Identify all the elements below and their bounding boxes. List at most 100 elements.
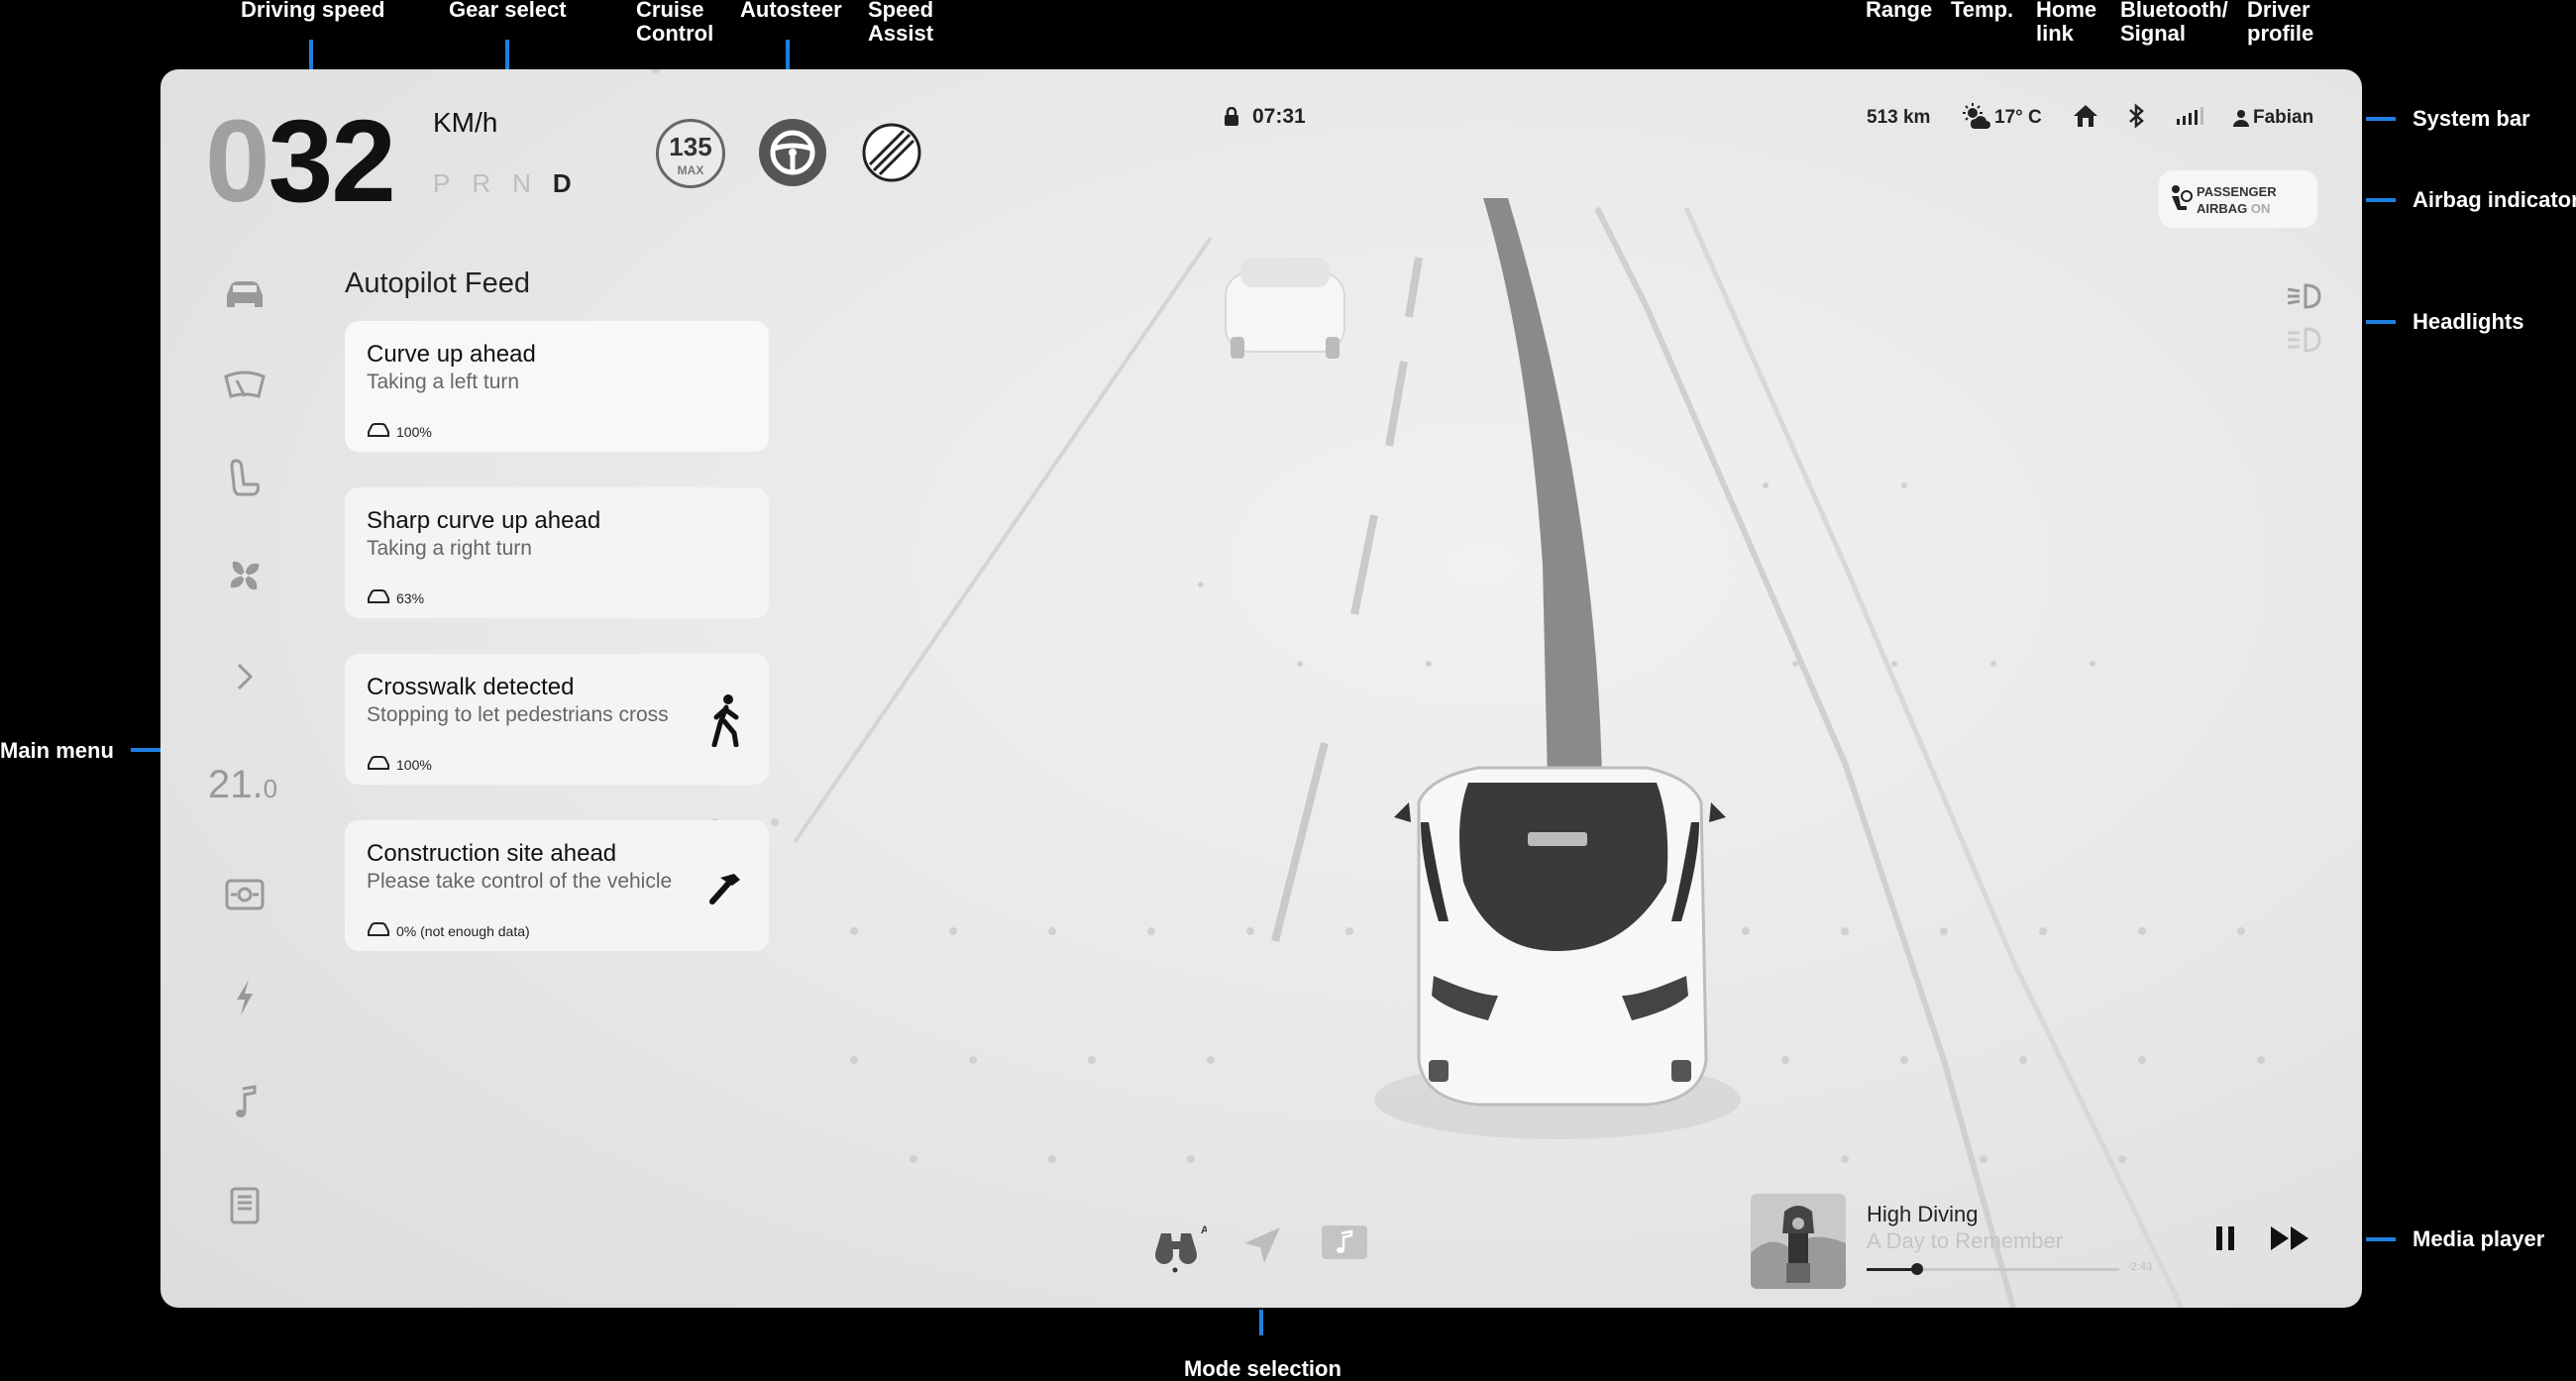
progress-bar[interactable] bbox=[1867, 1263, 2119, 1275]
skip-forward-icon bbox=[2271, 1226, 2308, 1250]
chevron-right-icon[interactable] bbox=[220, 652, 269, 701]
mode-badge: A bbox=[1201, 1224, 1207, 1236]
bluetooth-icon[interactable] bbox=[2128, 103, 2144, 135]
weather-icon bbox=[1961, 103, 1990, 135]
feed-card[interactable]: Curve up ahead Taking a left turn 100% bbox=[345, 321, 769, 452]
cruise-control[interactable]: 135 MAX bbox=[656, 119, 725, 188]
speed-limit-end-icon bbox=[862, 123, 921, 182]
fan-icon[interactable] bbox=[220, 551, 269, 600]
annotation-gear-select: Gear select bbox=[449, 0, 567, 22]
annotation-headlights: Headlights bbox=[2413, 309, 2524, 334]
annotation-speed-assist: Speed Assist bbox=[868, 0, 934, 46]
autosteer-button[interactable] bbox=[759, 119, 826, 186]
card-heading: Curve up ahead bbox=[367, 341, 536, 368]
annotation-media-player: Media player bbox=[2413, 1226, 2545, 1251]
gear-n[interactable]: N bbox=[512, 168, 553, 198]
annotation-bluetooth-signal: Bluetooth/ Signal bbox=[2120, 0, 2228, 46]
feed-card[interactable]: Construction site ahead Please take cont… bbox=[345, 820, 769, 951]
music-icon[interactable] bbox=[220, 1078, 269, 1127]
hammer-icon bbox=[709, 874, 740, 904]
cruise-label: MAX bbox=[677, 163, 704, 177]
album-art[interactable] bbox=[1751, 1194, 1846, 1289]
airbag-line2: AIRBAG ON bbox=[2197, 201, 2271, 216]
progress-fill bbox=[1867, 1268, 1917, 1271]
annotation-line bbox=[505, 40, 509, 69]
airbag-line1: PASSENGER bbox=[2197, 184, 2277, 199]
driver-profile-icon[interactable] bbox=[2233, 109, 2249, 133]
annotation-line bbox=[2366, 1237, 2396, 1241]
annotation-line bbox=[2366, 198, 2396, 202]
annotation-line bbox=[786, 40, 790, 69]
annotation-line bbox=[2366, 117, 2396, 121]
feed-title: Autopilot Feed bbox=[345, 267, 531, 299]
track-title: High Diving bbox=[1867, 1202, 1979, 1226]
card-confidence: 100% bbox=[396, 757, 432, 773]
gear-p[interactable]: P bbox=[433, 168, 472, 198]
annotation-temp: Temp. bbox=[1951, 0, 2014, 22]
annotation-driving-speed: Driving speed bbox=[241, 0, 385, 22]
card-heading: Sharp curve up ahead bbox=[367, 507, 601, 534]
next-track-button[interactable] bbox=[2269, 1222, 2312, 1259]
lock-icon[interactable] bbox=[1224, 106, 1239, 132]
signal-icon bbox=[2176, 105, 2203, 133]
car-display: 032 KM/h PRND 135 MAX 07:31 513 km 17° C bbox=[161, 69, 2362, 1308]
defrost-icon[interactable] bbox=[220, 870, 269, 919]
annotation-range: Range bbox=[1866, 0, 1933, 22]
track-artist: A Day to Remember bbox=[1867, 1228, 2064, 1253]
airbag-icon bbox=[2172, 185, 2193, 210]
gear-select[interactable]: PRND bbox=[433, 168, 593, 199]
high-beam-icon[interactable] bbox=[2286, 325, 2321, 355]
home-link-icon[interactable] bbox=[2073, 103, 2098, 135]
wiper-icon[interactable] bbox=[220, 361, 269, 410]
annotation-line bbox=[131, 748, 161, 752]
airbag-indicator: PASSENGER AIRBAG ON bbox=[2159, 170, 2317, 228]
manual-icon[interactable] bbox=[220, 1181, 269, 1230]
temperature-value: 17° C bbox=[1994, 107, 2042, 128]
car-icon bbox=[368, 756, 389, 770]
lightning-icon[interactable] bbox=[220, 973, 269, 1022]
driver-name[interactable]: Fabian bbox=[2253, 107, 2313, 129]
car-icon bbox=[368, 423, 389, 437]
speed-assist-button[interactable] bbox=[862, 123, 921, 182]
low-beam-icon[interactable] bbox=[2286, 281, 2321, 311]
card-subtitle: Taking a right turn bbox=[367, 537, 532, 560]
card-confidence: 100% bbox=[396, 424, 432, 440]
card-confidence: 63% bbox=[396, 590, 425, 606]
annotation-airbag-indicator: Airbag indicator bbox=[2413, 187, 2576, 212]
car-icon bbox=[368, 589, 389, 603]
annotation-home-link: Home link bbox=[2036, 0, 2097, 46]
binoculars-icon[interactable]: A bbox=[1151, 1223, 1209, 1278]
car-icon bbox=[368, 922, 389, 936]
feed-card[interactable]: Sharp curve up ahead Taking a right turn… bbox=[345, 487, 769, 618]
driving-speed: 032 bbox=[205, 96, 396, 227]
pedestrian-icon bbox=[711, 694, 739, 747]
seat-icon[interactable] bbox=[220, 454, 269, 503]
annotation-main-menu: Main menu bbox=[0, 738, 114, 763]
progress-handle[interactable] bbox=[1911, 1263, 1923, 1275]
annotation-cruise-control: Cruise Control bbox=[636, 0, 714, 46]
steering-wheel-icon bbox=[770, 130, 815, 175]
range-value: 513 km bbox=[1867, 107, 1931, 128]
card-heading: Construction site ahead bbox=[367, 840, 617, 867]
clock: 07:31 bbox=[1252, 105, 1306, 128]
feed-card[interactable]: Crosswalk detected Stopping to let pedes… bbox=[345, 654, 769, 785]
annotation-mode-selection: Mode selection bbox=[1184, 1356, 1342, 1381]
media-icon[interactable] bbox=[1320, 1223, 1369, 1268]
card-confidence: 0% (not enough data) bbox=[396, 923, 530, 939]
airbag-state: ON bbox=[2250, 201, 2271, 216]
time-remaining: -2:43 bbox=[2127, 1261, 2153, 1273]
cruise-speed-value: 135 bbox=[669, 132, 712, 161]
card-subtitle: Taking a left turn bbox=[367, 371, 520, 393]
annotation-driver-profile: Driver profile bbox=[2247, 0, 2314, 46]
gear-d[interactable]: D bbox=[553, 168, 593, 198]
annotation-line bbox=[309, 40, 313, 69]
cabin-temperature[interactable]: 21.0 bbox=[208, 763, 277, 807]
navigate-icon[interactable] bbox=[1240, 1223, 1284, 1272]
annotation-autosteer: Autosteer bbox=[740, 0, 842, 22]
pause-button[interactable] bbox=[2209, 1222, 2241, 1259]
speed-unit: KM/h bbox=[433, 107, 498, 138]
gear-r[interactable]: R bbox=[472, 168, 512, 198]
card-heading: Crosswalk detected bbox=[367, 674, 575, 700]
car-icon[interactable] bbox=[220, 267, 269, 317]
annotation-system-bar: System bar bbox=[2413, 106, 2530, 131]
